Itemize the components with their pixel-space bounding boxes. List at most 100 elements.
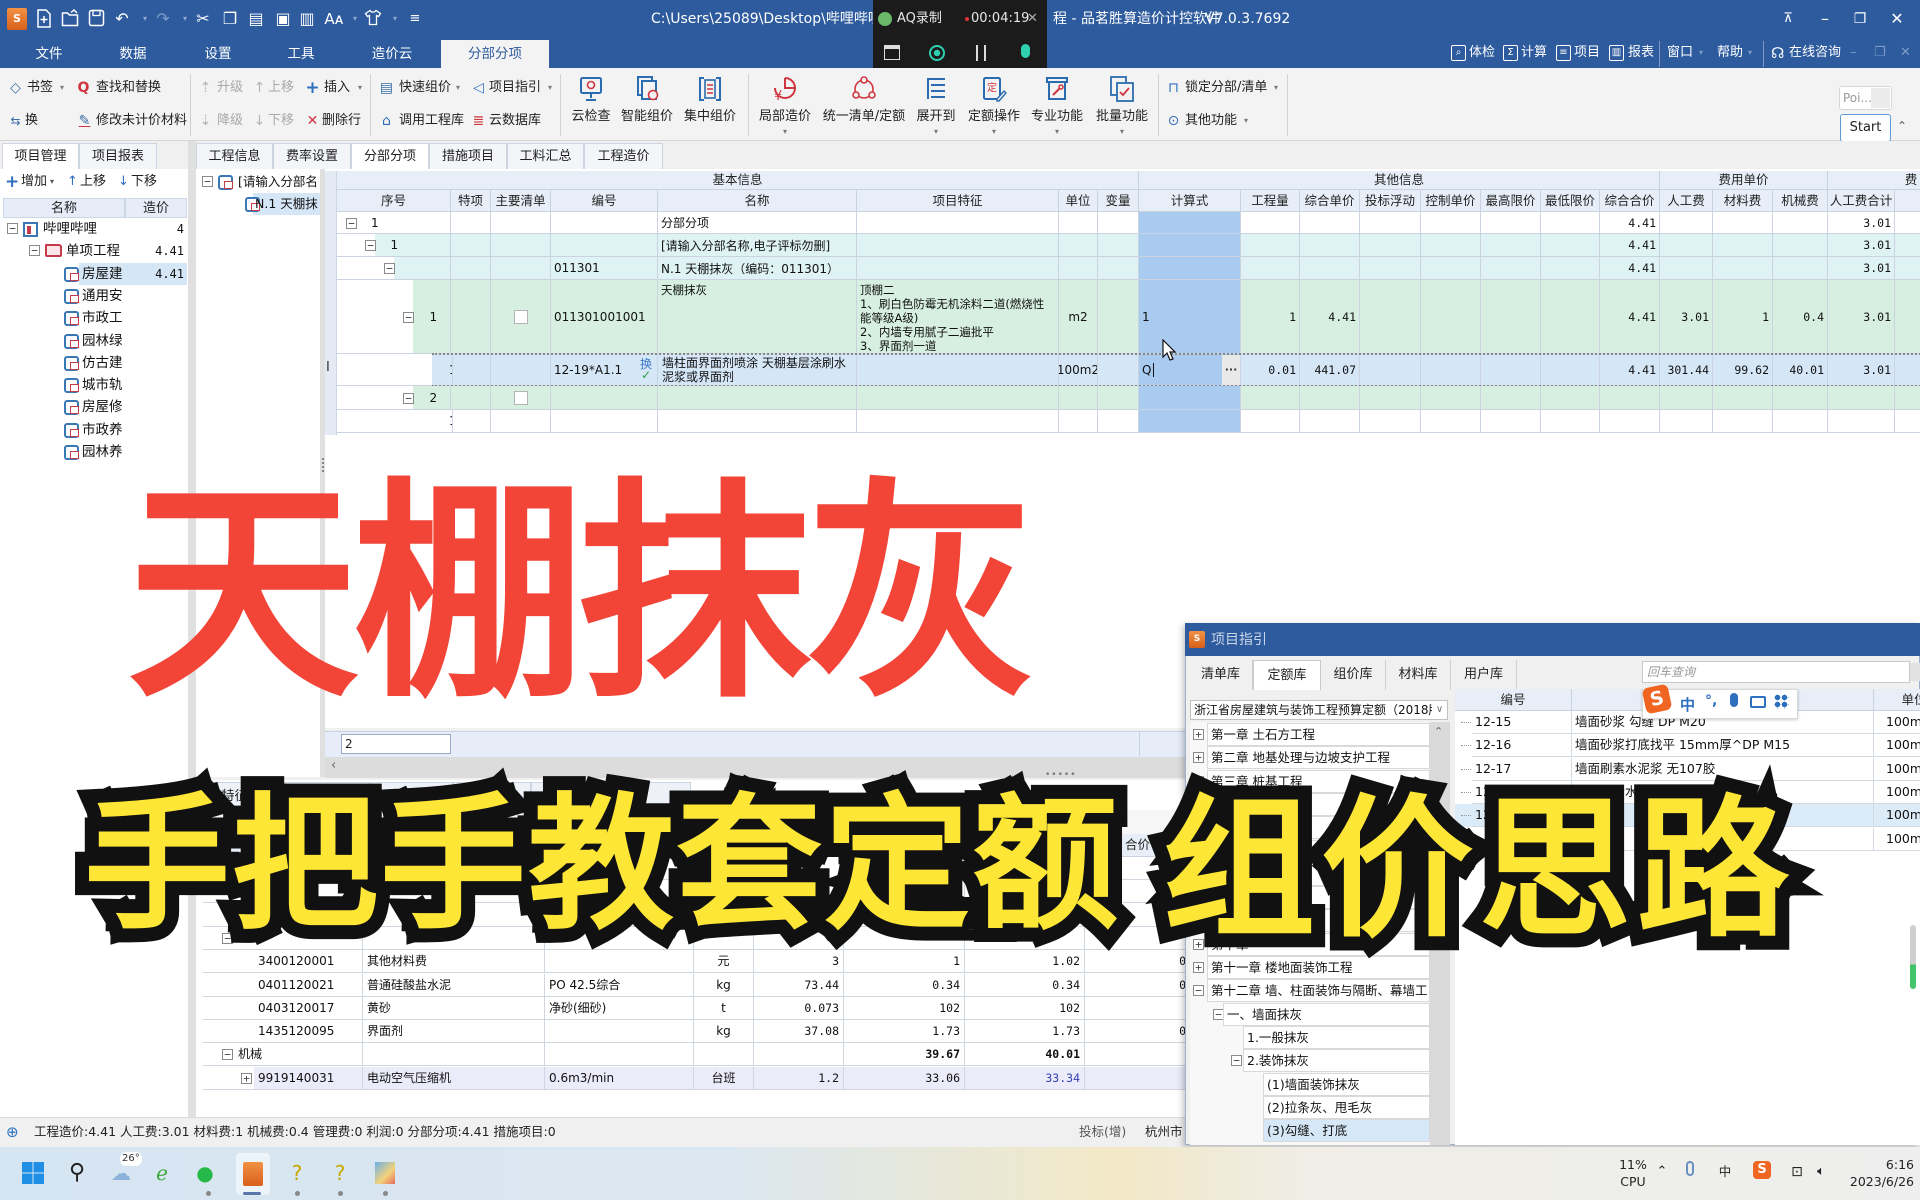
unify-bill-quota-button[interactable]: 统一清单/定额 xyxy=(823,72,905,140)
grid-cell-control-price[interactable] xyxy=(1421,212,1481,234)
project-tree-item[interactable]: 房屋修 xyxy=(0,396,188,418)
detail-cell-spec[interactable] xyxy=(545,1043,694,1067)
paste-special-icon[interactable]: ▥ xyxy=(296,9,318,29)
column-header-special[interactable]: 特项 xyxy=(451,190,491,212)
menu-report[interactable]: 报表 xyxy=(1628,43,1654,63)
restore-icon[interactable]: ❐ xyxy=(1847,8,1873,30)
collapse-toggle-icon[interactable]: − xyxy=(365,240,376,251)
tab-project-management[interactable]: 项目管理 xyxy=(2,143,79,169)
tab-sections-items[interactable]: 分部分项 xyxy=(351,143,429,169)
collapse-toggle-icon[interactable]: − xyxy=(222,1049,233,1061)
wechat-icon[interactable]: ● xyxy=(188,1156,222,1190)
start-button[interactable] xyxy=(16,1156,50,1190)
cut-icon[interactable]: ✂ xyxy=(192,9,214,29)
sogou-logo-icon[interactable]: S xyxy=(1641,683,1673,715)
grid-cell-quantity[interactable] xyxy=(1241,212,1300,234)
project-tree-item[interactable]: − 哔哩哔哩 4 xyxy=(0,218,188,240)
grid-cell-total[interactable]: 4.41 xyxy=(1600,234,1660,257)
grid-cell-material[interactable] xyxy=(1713,386,1773,410)
column-header-labor[interactable]: 人工费 xyxy=(1660,190,1713,212)
detail-cell-qty[interactable]: 37.08 xyxy=(754,1020,844,1044)
grid-cell-max-price[interactable] xyxy=(1481,280,1541,354)
menu-window[interactable]: 窗口 xyxy=(1667,43,1693,63)
section-tree-item[interactable]: N.1 天棚抹 xyxy=(196,193,320,215)
grid-cell-min-price[interactable] xyxy=(1541,280,1600,354)
recorder-start-button[interactable]: Start xyxy=(1840,114,1891,142)
help-app-icon[interactable]: ? xyxy=(323,1156,357,1190)
column-header-unit-price[interactable]: 综合单价 xyxy=(1300,190,1360,212)
grid-cell-unit[interactable] xyxy=(1059,212,1098,234)
detail-cell-code[interactable]: 9919140031 xyxy=(254,1066,363,1090)
grid-cell-material[interactable]: 1 xyxy=(1713,280,1773,354)
grid-cell-bid-float[interactable] xyxy=(1360,386,1421,410)
menu-check[interactable]: 体检 xyxy=(1469,43,1495,63)
menu-tab-sections[interactable]: 分部分项 xyxy=(441,40,549,68)
column-header-seq[interactable]: 序号 xyxy=(337,190,451,212)
grid-cell-special[interactable] xyxy=(451,354,491,386)
grid-cell-main-list[interactable] xyxy=(491,257,551,280)
grid-cell-labor[interactable]: 3.01 xyxy=(1660,280,1713,354)
collapse-ribbon-icon[interactable]: ⌃ xyxy=(1897,119,1907,133)
grid-cell-quantity[interactable]: 0.01 xyxy=(1241,354,1300,386)
grid-cell-machine[interactable] xyxy=(1773,212,1828,234)
batch-functions-dropdown-icon[interactable]: ▾ xyxy=(1116,127,1128,136)
ime-keyboard-icon[interactable] xyxy=(1750,696,1766,708)
project-tree-item[interactable]: 仿古建 xyxy=(0,352,188,374)
partial-cost-dropdown-icon[interactable]: ▾ xyxy=(779,127,791,136)
quota-list-cell-code[interactable]: 12-16 xyxy=(1472,734,1572,758)
grid-cell-unit-price[interactable] xyxy=(1300,234,1360,257)
grid-cell-labor-total[interactable]: 3.01 xyxy=(1828,212,1895,234)
chapter-tree-item[interactable]: 第二章 地基处理与边坡支护工程 xyxy=(1207,746,1430,770)
project-tree-item[interactable]: 市政工 xyxy=(0,307,188,329)
column-header-unit[interactable]: 单位 xyxy=(1059,190,1098,212)
grid-cell-labor[interactable] xyxy=(1660,257,1713,280)
expand-toggle-icon[interactable]: + xyxy=(1193,962,1204,973)
collapse-toggle-icon[interactable]: − xyxy=(403,311,414,323)
insert-dropdown-icon[interactable]: ▾ xyxy=(355,78,365,98)
grid-cell-feature[interactable] xyxy=(857,234,1059,257)
menu-tab-file[interactable]: 文件 xyxy=(19,40,79,68)
menu-tab-tools[interactable]: 工具 xyxy=(271,40,331,68)
smart-pricing-button[interactable]: 智能组价 xyxy=(611,72,683,140)
quota-list-cell-unit[interactable]: 100m2 xyxy=(1874,758,1920,781)
detail-cell-market-price[interactable]: 40.01 xyxy=(965,1043,1085,1067)
chapter-tree-item[interactable]: (2)拉条灰、甩毛灰 xyxy=(1263,1095,1430,1119)
add-dropdown-icon[interactable]: ▾ xyxy=(50,172,54,192)
grid-cell-main-list[interactable] xyxy=(491,354,551,386)
move-up-button[interactable]: 上移 xyxy=(268,78,294,98)
expand-toggle-icon[interactable]: + xyxy=(241,1072,252,1084)
microphone-icon[interactable] xyxy=(1686,1161,1694,1176)
detail-cell-spec[interactable]: 0.6m3/min xyxy=(545,1066,694,1090)
paint-app-icon[interactable] xyxy=(368,1156,402,1190)
detail-cell-quota-price[interactable]: 39.67 xyxy=(844,1043,965,1067)
grid-cell-machine[interactable] xyxy=(1773,257,1828,280)
grid-cell-feature[interactable] xyxy=(857,257,1059,280)
detail-cell-amount[interactable]: 0 xyxy=(1085,974,1186,997)
detail-cell-amount[interactable]: 0 xyxy=(1085,1020,1186,1044)
detail-cell-quota-price[interactable]: 0.34 xyxy=(844,973,965,997)
grid-cell-labor[interactable]: 301.44 xyxy=(1660,354,1713,386)
detail-cell-code[interactable]: 0401120021 xyxy=(254,973,363,997)
chapter-tree-item[interactable]: 2.装饰抹灰 xyxy=(1243,1049,1430,1073)
open-file-icon[interactable] xyxy=(59,9,81,29)
grid-cell-special[interactable] xyxy=(451,386,491,410)
column-header-formula[interactable]: 计算式 xyxy=(1139,190,1241,212)
grid-cell-machine[interactable] xyxy=(1773,410,1828,433)
column-header-total[interactable]: 综合合价 xyxy=(1600,190,1660,212)
grid-cell-name[interactable]: 墙柱面界面剂喷涂 天棚基层涂刷水泥浆或界面剂 xyxy=(658,354,857,386)
grid-cell-variable[interactable] xyxy=(1098,410,1139,433)
other-functions-dropdown-icon[interactable]: ▾ xyxy=(1241,111,1251,131)
grid-cell-formula[interactable] xyxy=(1139,234,1241,257)
quota-operation-dropdown-icon[interactable]: ▾ xyxy=(988,127,1000,136)
expand-toggle-icon[interactable]: + xyxy=(1193,752,1204,764)
detail-cell-qty[interactable] xyxy=(754,1043,844,1067)
paste-icon[interactable]: ▤ xyxy=(245,9,267,29)
recorder-record-icon[interactable] xyxy=(929,45,945,61)
item-guide-titlebar[interactable] xyxy=(1185,623,1920,656)
grid-cell-material-total[interactable] xyxy=(1895,257,1920,280)
redo-icon[interactable]: ↷ xyxy=(152,9,174,29)
help-app-icon[interactable]: ? xyxy=(280,1156,314,1190)
collapse-toggle-icon[interactable]: − xyxy=(403,392,414,404)
volume-icon[interactable]: 🔈︎ xyxy=(1811,1163,1831,1181)
detail-cell-quota-price[interactable]: 102 xyxy=(844,996,965,1020)
